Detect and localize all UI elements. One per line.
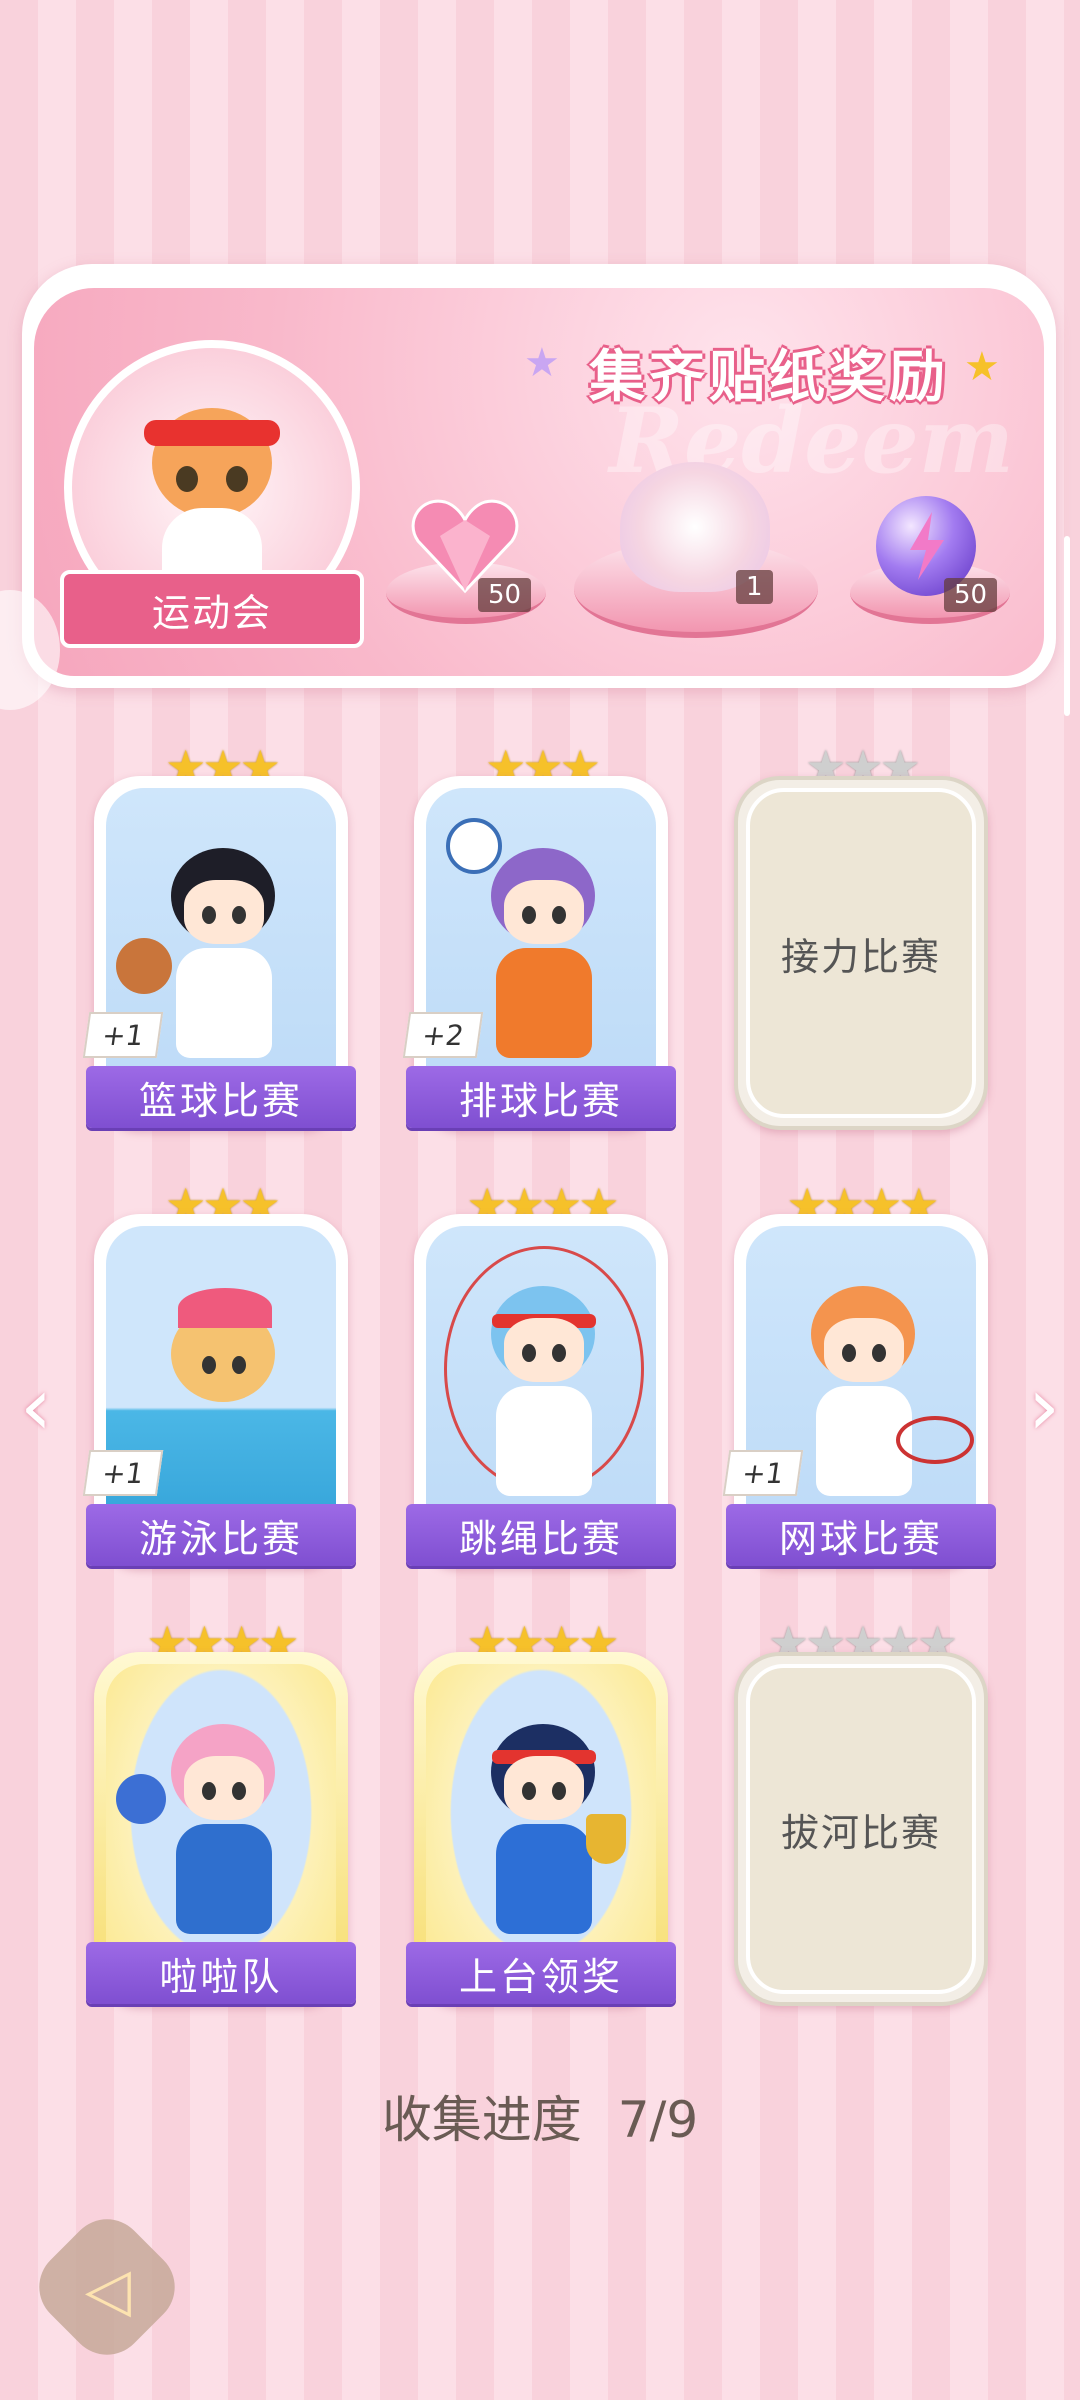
locked-slot: 拔河比赛 (746, 1664, 976, 1994)
volleyball-icon (446, 818, 502, 874)
progress-value: 7/9 (617, 2091, 699, 2149)
basketball-icon (116, 938, 172, 994)
card-name: 啦啦队 (86, 1942, 356, 2004)
headband (144, 420, 280, 446)
reward-count: 1 (736, 570, 773, 604)
sticker-card[interactable]: ★★★ +2 排球比赛 (402, 740, 676, 1152)
locked-slot: 接力比赛 (746, 788, 976, 1118)
back-arrow-icon[interactable]: ◁ (58, 2240, 158, 2340)
sticker-card[interactable]: ★★★ +1 篮球比赛 (82, 740, 356, 1152)
event-label: 运动会 (60, 570, 364, 648)
sticker-card[interactable]: ★★★★ +1 网球比赛 (722, 1178, 996, 1590)
pompom-icon (116, 1774, 166, 1824)
sticker-card-locked[interactable]: ★★★ 接力比赛 (734, 740, 988, 1152)
reward-count: 50 (944, 578, 998, 612)
banner-title: 集齐贴纸奖励 (589, 344, 949, 410)
bonus-tag: +1 (82, 1450, 164, 1496)
reward-count: 50 (478, 578, 532, 612)
sticker-card[interactable]: ★★★★ 啦啦队 (86, 1616, 356, 2028)
trophy-icon (586, 1814, 626, 1864)
card-name: 跳绳比赛 (406, 1504, 676, 1566)
bonus-tag: +1 (82, 1012, 164, 1058)
tennis-racket-icon (896, 1416, 974, 1464)
sticker-card[interactable]: ★★★★ 跳绳比赛 (406, 1178, 676, 1590)
swim-cap (178, 1288, 272, 1328)
card-name: 游泳比赛 (86, 1504, 356, 1566)
card-name: 篮球比赛 (86, 1066, 356, 1128)
bonus-tag: +1 (722, 1450, 804, 1496)
sticker-card[interactable]: ★★★★ 上台领奖 (406, 1616, 676, 2028)
card-name: 上台领奖 (406, 1942, 676, 2004)
card-name: 接力比赛 (780, 934, 941, 979)
sticker-card-locked[interactable]: ★★★★★ 拔河比赛 (734, 1616, 988, 2028)
sticker-card[interactable]: ★★★ +1 游泳比赛 (82, 1178, 356, 1590)
progress-label: 收集进度 (381, 2091, 582, 2149)
card-name: 排球比赛 (406, 1066, 676, 1128)
collection-progress: 收集进度 7/9 (0, 2080, 1080, 2152)
scrollbar[interactable] (1064, 536, 1070, 716)
prev-page-chevron-left-icon[interactable]: ‹ (20, 1360, 52, 1453)
card-name: 拔河比赛 (780, 1810, 941, 1855)
bonus-tag: +2 (402, 1012, 484, 1058)
card-name: 网球比赛 (726, 1504, 996, 1566)
next-page-chevron-right-icon[interactable]: › (1028, 1360, 1060, 1453)
